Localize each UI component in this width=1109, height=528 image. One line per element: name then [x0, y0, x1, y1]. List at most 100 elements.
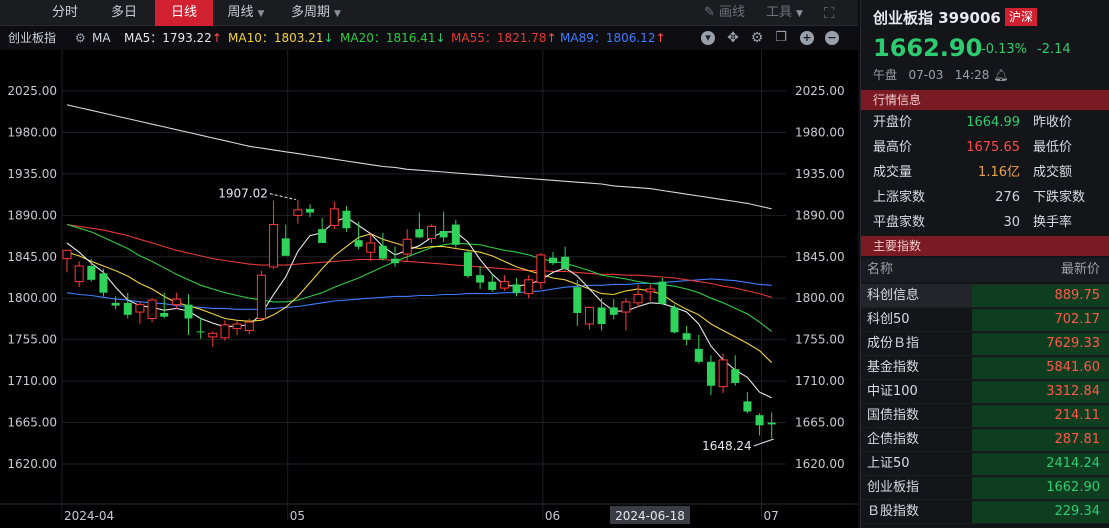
move-icon[interactable]: ✥: [726, 31, 740, 45]
up-arrow-icon: ↑: [211, 31, 222, 45]
quote-value: 1664.99: [966, 115, 1020, 130]
y-tick-label-right: 1890.00: [795, 208, 845, 222]
ma10-legend: MA10：1803.21↓: [228, 27, 334, 49]
candle-body-down: [476, 275, 485, 283]
copy-icon[interactable]: ❐: [774, 31, 788, 45]
period-toolbar: 分时 多日 日线 周线 ▼ 多周期 ▼ ✎ 画线 工具 ▼ ⛶: [0, 0, 858, 26]
index-name: 科创信息: [867, 288, 920, 303]
candle-body-down: [87, 265, 96, 280]
index-name: 国债指数: [867, 408, 920, 423]
quote-row: 开盘价 1664.99 昨收价: [861, 111, 1109, 135]
index-row[interactable]: 科创50 702.17: [861, 308, 1109, 332]
quote-label: 上涨家数: [873, 190, 926, 205]
candle-body-up: [366, 242, 376, 253]
candle-body-down: [549, 257, 557, 264]
candle-body-down: [99, 273, 108, 293]
candle-body-up: [256, 274, 266, 319]
collapse-icon[interactable]: ▾: [701, 31, 715, 45]
ma5-value: MA5：1793.22: [124, 31, 212, 45]
candle-body-down: [281, 238, 290, 256]
column-price: 最新价: [1060, 262, 1100, 277]
add-icon[interactable]: +: [800, 31, 814, 45]
quote-label: 最高价: [873, 140, 913, 155]
y-tick-label-right: 1800.00: [795, 291, 845, 305]
candle-body-down: [694, 348, 703, 362]
tab-multi-period[interactable]: 多周期 ▼: [280, 0, 352, 26]
high-price-annotation: 1907.02: [218, 187, 268, 201]
tab-weekly[interactable]: 周线 ▼: [216, 0, 276, 26]
candle-body-down: [354, 240, 363, 247]
fullscreen-icon[interactable]: ⛶: [824, 0, 835, 26]
draw-line-button[interactable]: ✎ 画线: [704, 0, 745, 26]
quote-label: 开盘价: [873, 115, 913, 130]
y-tick-label-left: 1755.00: [7, 333, 57, 347]
candle-body-down: [184, 304, 193, 319]
quote-value: 1.16亿: [978, 165, 1020, 180]
major-indices-header: 主要指数: [861, 236, 1109, 256]
candle-body-down: [439, 230, 448, 238]
candle-body-up: [645, 288, 655, 293]
ma-label: MA: [92, 31, 111, 45]
remove-icon[interactable]: −: [825, 31, 839, 45]
x-tick-label: 06: [545, 509, 560, 523]
cursor-date-label: 2024-06-18: [615, 509, 685, 523]
session-label: 午盘: [873, 68, 898, 82]
y-tick-label-left: 1845.00: [7, 250, 57, 264]
candle-body-down: [451, 224, 460, 245]
y-tick-label-right: 1620.00: [795, 457, 845, 471]
index-name: 成份Ｂ指: [867, 336, 920, 351]
down-arrow-icon: ↓: [323, 31, 334, 45]
x-tick-label: 2024-04: [64, 509, 114, 523]
index-row[interactable]: 国债指数 214.11: [861, 404, 1109, 428]
candlestick-chart[interactable]: 2025.00 2025.00 1980.00 1980.00 1935.00 1935.…: [0, 50, 858, 528]
candle-body-down: [123, 302, 132, 315]
settings-icon[interactable]: ⚙: [750, 31, 764, 45]
candle-body-up: [524, 279, 534, 295]
candle-body-down: [658, 281, 667, 304]
quote-label-2: 最低价: [1033, 140, 1073, 155]
index-row[interactable]: 基金指数 5841.60: [861, 356, 1109, 380]
ma-legend-bar: 创业板指 ⚙ MA MA5：1793.22↑ MA10：1803.21↓ MA2…: [0, 27, 858, 49]
ma89-value: MA89：1806.12: [560, 31, 656, 45]
index-row[interactable]: 企债指数 287.81: [861, 428, 1109, 452]
tab-intraday[interactable]: 分时: [40, 0, 90, 26]
index-price: 7629.33: [1046, 336, 1100, 351]
y-tick-label-left: 1620.00: [7, 457, 57, 471]
index-name-label: 创业板指: [8, 31, 57, 45]
index-name: 基金指数: [867, 360, 920, 375]
y-tick-label-left: 1800.00: [7, 291, 57, 305]
index-row[interactable]: 中证100 3312.84: [861, 380, 1109, 404]
index-row[interactable]: Ｂ股指数 229.34: [861, 500, 1109, 524]
tab-multi-day[interactable]: 多日: [98, 0, 150, 26]
y-tick-label-left: 1890.00: [7, 208, 57, 222]
ma10-value: MA10：1803.21: [228, 31, 324, 45]
y-tick-label-right: 1845.00: [795, 250, 845, 264]
index-price: 287.81: [1054, 432, 1101, 447]
candle-body-down: [512, 284, 521, 293]
index-row[interactable]: 科创信息 889.75: [861, 284, 1109, 308]
index-row[interactable]: 上证50 2414.24: [861, 452, 1109, 476]
y-tick-label-right: 1665.00: [795, 416, 845, 430]
last-price: 1662.90: [873, 34, 983, 62]
candle-body-down: [318, 229, 327, 243]
index-price: 889.75: [1054, 288, 1101, 303]
draw-line-label: 画线: [719, 5, 746, 20]
candle-body-down: [767, 422, 776, 425]
tab-daily[interactable]: 日线: [155, 0, 213, 26]
quote-row: 最高价 1675.65 最低价: [861, 136, 1109, 160]
index-row[interactable]: 创业板指 1662.90: [861, 476, 1109, 500]
index-price: 3312.84: [1046, 384, 1100, 399]
index-row[interactable]: 成份Ｂ指 7629.33: [861, 332, 1109, 356]
y-tick-label-right: 1755.00: [795, 333, 845, 347]
quote-time: 14:28: [954, 68, 990, 82]
pencil-icon: ✎: [704, 5, 715, 20]
candle-body-down: [488, 281, 497, 290]
candle-body-down: [160, 312, 169, 317]
candle-body-up: [147, 299, 157, 319]
index-name: 企债指数: [867, 432, 920, 447]
y-tick-label-right: 2025.00: [795, 84, 845, 98]
settings-gear-icon[interactable]: ⚙: [75, 27, 86, 49]
alert-bell-icon[interactable]: 🔔︎: [993, 68, 1008, 82]
candle-body-down: [597, 307, 606, 325]
tools-button[interactable]: 工具 ▼: [766, 0, 803, 26]
